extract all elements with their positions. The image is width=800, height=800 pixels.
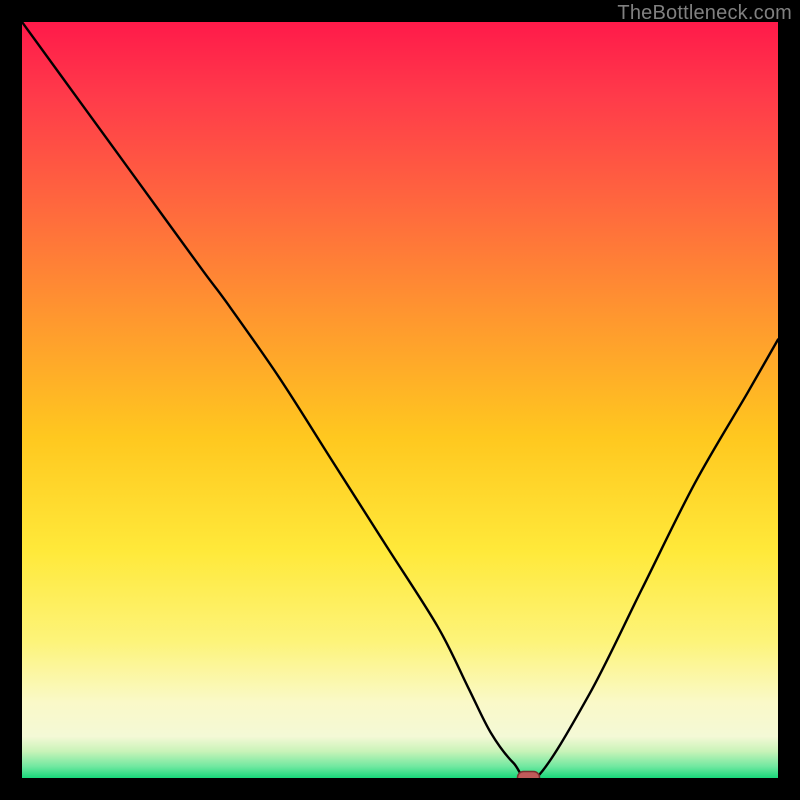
plot-svg — [22, 22, 778, 778]
optimum-marker — [518, 772, 540, 779]
plot-area — [22, 22, 778, 778]
gradient-background — [22, 22, 778, 778]
chart-frame: TheBottleneck.com — [0, 0, 800, 800]
